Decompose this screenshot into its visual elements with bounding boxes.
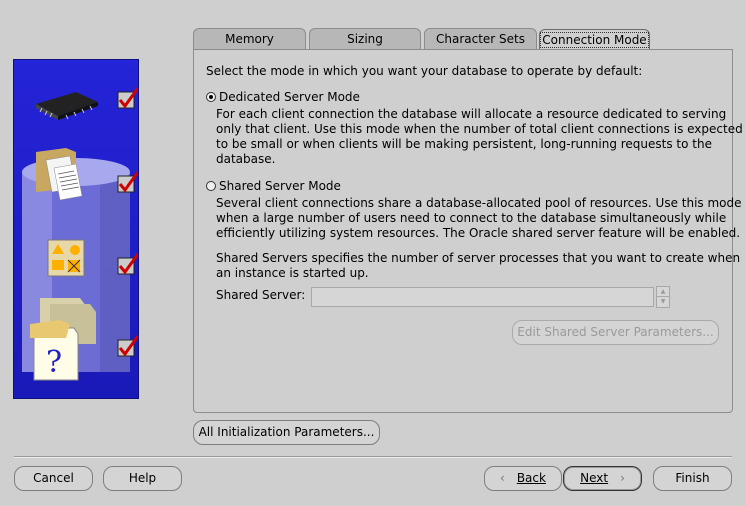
memory-chip-icon <box>36 92 98 120</box>
panel-intro: Select the mode in which you want your d… <box>206 64 643 78</box>
tab-memory[interactable]: Memory <box>193 28 306 50</box>
wizard-steps-graphic: ? <box>22 87 138 381</box>
tab-character-sets-label: Character Sets <box>435 32 525 46</box>
shared-server-input[interactable] <box>311 287 654 307</box>
finish-button[interactable]: Finish <box>653 466 732 491</box>
chevron-right-icon: › <box>620 471 625 485</box>
next-button[interactable]: Next › <box>563 466 642 491</box>
tab-connection-mode[interactable]: Connection Mode <box>539 29 650 51</box>
tab-character-sets[interactable]: Character Sets <box>424 28 537 50</box>
shared-description-line: Several client connections share a datab… <box>216 196 742 210</box>
shared-servers-note-line: Shared Servers specifies the number of s… <box>216 251 741 265</box>
dedicated-description-line: database. <box>216 152 276 166</box>
character-shapes-icon <box>47 239 85 277</box>
edit-shared-server-parameters-button[interactable]: Edit Shared Server Parameters... <box>512 320 719 345</box>
dedicated-server-label[interactable]: Dedicated Server Mode <box>219 90 360 105</box>
cancel-button[interactable]: Cancel <box>14 466 93 491</box>
spinner-down-icon[interactable]: ▼ <box>657 297 669 307</box>
spinner-up-icon[interactable]: ▲ <box>657 287 669 297</box>
footer-separator <box>14 456 732 458</box>
dedicated-server-radio[interactable] <box>206 92 216 102</box>
dedicated-description-line: For each client connection the database … <box>216 107 727 121</box>
chevron-left-icon: ‹ <box>500 471 505 485</box>
shared-servers-note-line: an instance is started up. <box>216 266 369 280</box>
shared-description-line: efficiently utilizing system resources. … <box>216 226 741 240</box>
svg-text:?: ? <box>46 345 62 380</box>
tab-connection-mode-label: Connection Mode <box>540 32 649 48</box>
all-initialization-parameters-button[interactable]: All Initialization Parameters... <box>193 420 380 445</box>
shared-server-label[interactable]: Shared Server Mode <box>219 179 341 194</box>
shared-server-spinner[interactable]: ▲ ▼ <box>656 286 670 308</box>
back-button-label: Back <box>516 471 546 485</box>
shared-description-line: when a large number of users need to con… <box>216 211 727 225</box>
shared-server-field-label: Shared Server: <box>216 288 306 302</box>
tab-sizing[interactable]: Sizing <box>309 28 421 50</box>
dedicated-description-line: only that client. Use this mode when the… <box>216 122 743 136</box>
help-button[interactable]: Help <box>103 466 182 491</box>
shared-server-radio[interactable] <box>206 181 216 191</box>
next-button-label: Next <box>580 471 609 485</box>
back-button[interactable]: ‹ Back <box>484 466 562 491</box>
connection-mode-panel: Select the mode in which you want your d… <box>193 49 743 413</box>
tab-memory-label: Memory <box>225 32 274 46</box>
wizard-illustration: ? <box>13 59 139 399</box>
tab-sizing-label: Sizing <box>347 32 383 46</box>
dedicated-description-line: to be small or when clients will be maki… <box>216 137 712 151</box>
